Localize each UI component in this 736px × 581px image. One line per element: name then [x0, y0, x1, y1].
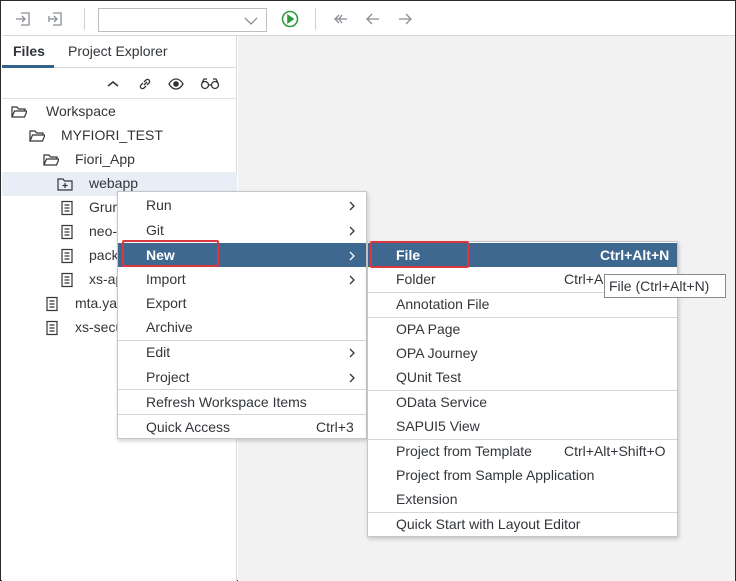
- menu-item-label: Project: [146, 369, 190, 385]
- tree-item-label: webapp: [89, 175, 139, 191]
- submenu-item-file[interactable]: File Ctrl+Alt+N: [368, 243, 677, 267]
- menu-item-label: Export: [146, 295, 187, 311]
- menu-item-label: File: [396, 247, 421, 263]
- file-icon: [59, 248, 75, 264]
- menu-item-export[interactable]: Export: [118, 291, 366, 315]
- tab-files[interactable]: Files: [13, 43, 45, 59]
- tree-item-myfiori-test[interactable]: MYFIORI_TEST: [2, 124, 237, 148]
- collapse-icon[interactable]: [105, 76, 121, 92]
- tree-item-label: mta.ya: [75, 295, 118, 311]
- menu-item-label: New: [146, 247, 175, 263]
- menu-item-shortcut: Ctrl+Alt+Shift+O: [564, 443, 666, 459]
- submenu-item-opa-page[interactable]: OPA Page: [368, 317, 677, 341]
- file-icon: [44, 296, 60, 312]
- forward-icon[interactable]: [396, 10, 414, 28]
- back-icon[interactable]: [364, 10, 382, 28]
- folder-open-icon: [43, 152, 60, 168]
- chevron-right-icon: [348, 273, 356, 285]
- menu-item-shortcut: Ctrl+A: [564, 271, 604, 287]
- tree-item-label: Grun: [89, 199, 121, 215]
- context-menu: Run Git New Import Export Archive Edit P…: [117, 191, 367, 439]
- menu-item-label: OPA Journey: [396, 345, 478, 361]
- menu-item-label: Git: [146, 222, 164, 238]
- submenu-item-extension[interactable]: Extension: [368, 487, 677, 511]
- menu-item-edit[interactable]: Edit: [118, 340, 366, 364]
- folder-open-icon: [29, 128, 46, 144]
- menu-item-label: Quick Access: [146, 419, 231, 435]
- menu-item-shortcut: Ctrl+3: [316, 419, 354, 435]
- tree-item-label: Fiori_App: [75, 151, 135, 167]
- show-hidden-icon[interactable]: [168, 76, 184, 92]
- submenu-item-qunit-test[interactable]: QUnit Test: [368, 365, 677, 389]
- file-icon: [59, 200, 75, 216]
- menu-item-label: OData Service: [396, 394, 488, 410]
- tree-item-label: Workspace: [46, 103, 116, 119]
- menu-item-label: Project from Sample Application: [396, 467, 595, 483]
- menu-item-label: Folder: [396, 271, 436, 287]
- menu-item-project[interactable]: Project: [118, 365, 366, 389]
- tree-item-fiori-app[interactable]: Fiori_App: [2, 148, 237, 172]
- glasses-icon[interactable]: [200, 76, 220, 92]
- menu-item-label: Run: [146, 197, 172, 213]
- tab-project-explorer[interactable]: Project Explorer: [68, 43, 168, 59]
- menu-item-label: Edit: [146, 344, 171, 360]
- menu-item-label: Refresh Workspace Items: [146, 394, 307, 410]
- folder-plus-icon: [57, 176, 73, 192]
- folder-open-icon: [11, 104, 28, 120]
- back-to-start-icon[interactable]: [332, 10, 350, 28]
- file-icon: [59, 272, 75, 288]
- menu-item-label: Archive: [146, 319, 193, 335]
- menu-item-label: OPA Page: [396, 321, 461, 337]
- chevron-right-icon: [348, 371, 356, 383]
- menu-item-new[interactable]: New: [118, 243, 366, 267]
- tree-item-label: neo-: [89, 223, 118, 239]
- file-icon: [44, 320, 60, 336]
- menu-item-label: Project from Template: [396, 443, 532, 459]
- menu-item-label: Annotation File: [396, 296, 490, 312]
- menu-item-shortcut: Ctrl+Alt+N: [600, 247, 670, 263]
- menu-item-label: Import: [146, 271, 186, 287]
- submenu-item-quick-start-layout-editor[interactable]: Quick Start with Layout Editor: [368, 512, 677, 536]
- active-tab-indicator: [2, 65, 54, 68]
- tree-item-label: MYFIORI_TEST: [61, 127, 163, 143]
- submenu-item-project-from-template[interactable]: Project from Template Ctrl+Alt+Shift+O: [368, 439, 677, 463]
- file-icon: [59, 224, 75, 240]
- menu-item-run[interactable]: Run: [118, 193, 366, 217]
- menu-item-archive[interactable]: Archive: [118, 315, 366, 339]
- chevron-down-icon: [244, 14, 258, 26]
- menu-item-quick-access[interactable]: Quick Access Ctrl+3: [118, 415, 366, 439]
- pane-toolbar: [2, 69, 237, 99]
- toolbar-divider: [315, 8, 316, 30]
- run-configuration-select[interactable]: [98, 8, 267, 32]
- pane-tabs: Files Project Explorer: [2, 36, 237, 68]
- toolbar-divider: [84, 8, 85, 30]
- submenu-item-odata-service[interactable]: OData Service: [368, 390, 677, 414]
- tree-item-label: xs-secu: [75, 319, 124, 335]
- export-icon[interactable]: [46, 10, 64, 28]
- menu-item-label: Quick Start with Layout Editor: [396, 516, 581, 532]
- menu-item-git[interactable]: Git: [118, 218, 366, 242]
- link-icon[interactable]: [137, 76, 153, 92]
- chevron-right-icon: [348, 346, 356, 358]
- file-tooltip: File (Ctrl+Alt+N): [604, 274, 726, 298]
- menu-item-label: Extension: [396, 491, 458, 507]
- ide-window: Files Project Explorer Workspace MYFIORI…: [0, 0, 736, 581]
- tree-item-label: pack: [89, 247, 119, 263]
- menu-item-label: SAPUI5 View: [396, 418, 480, 434]
- tree-item-workspace[interactable]: Workspace: [2, 100, 237, 124]
- submenu-item-sapui5-view[interactable]: SAPUI5 View: [368, 414, 677, 438]
- menu-item-refresh-workspace-items[interactable]: Refresh Workspace Items: [118, 390, 366, 414]
- chevron-right-icon: [348, 249, 356, 261]
- import-icon[interactable]: [14, 10, 32, 28]
- submenu-item-project-from-sample-application[interactable]: Project from Sample Application: [368, 463, 677, 487]
- run-icon[interactable]: [281, 10, 299, 28]
- submenu-item-opa-journey[interactable]: OPA Journey: [368, 341, 677, 365]
- menu-item-label: QUnit Test: [396, 369, 462, 385]
- chevron-right-icon: [348, 199, 356, 211]
- menu-item-import[interactable]: Import: [118, 267, 366, 291]
- chevron-right-icon: [348, 224, 356, 236]
- toolbar: [2, 2, 735, 36]
